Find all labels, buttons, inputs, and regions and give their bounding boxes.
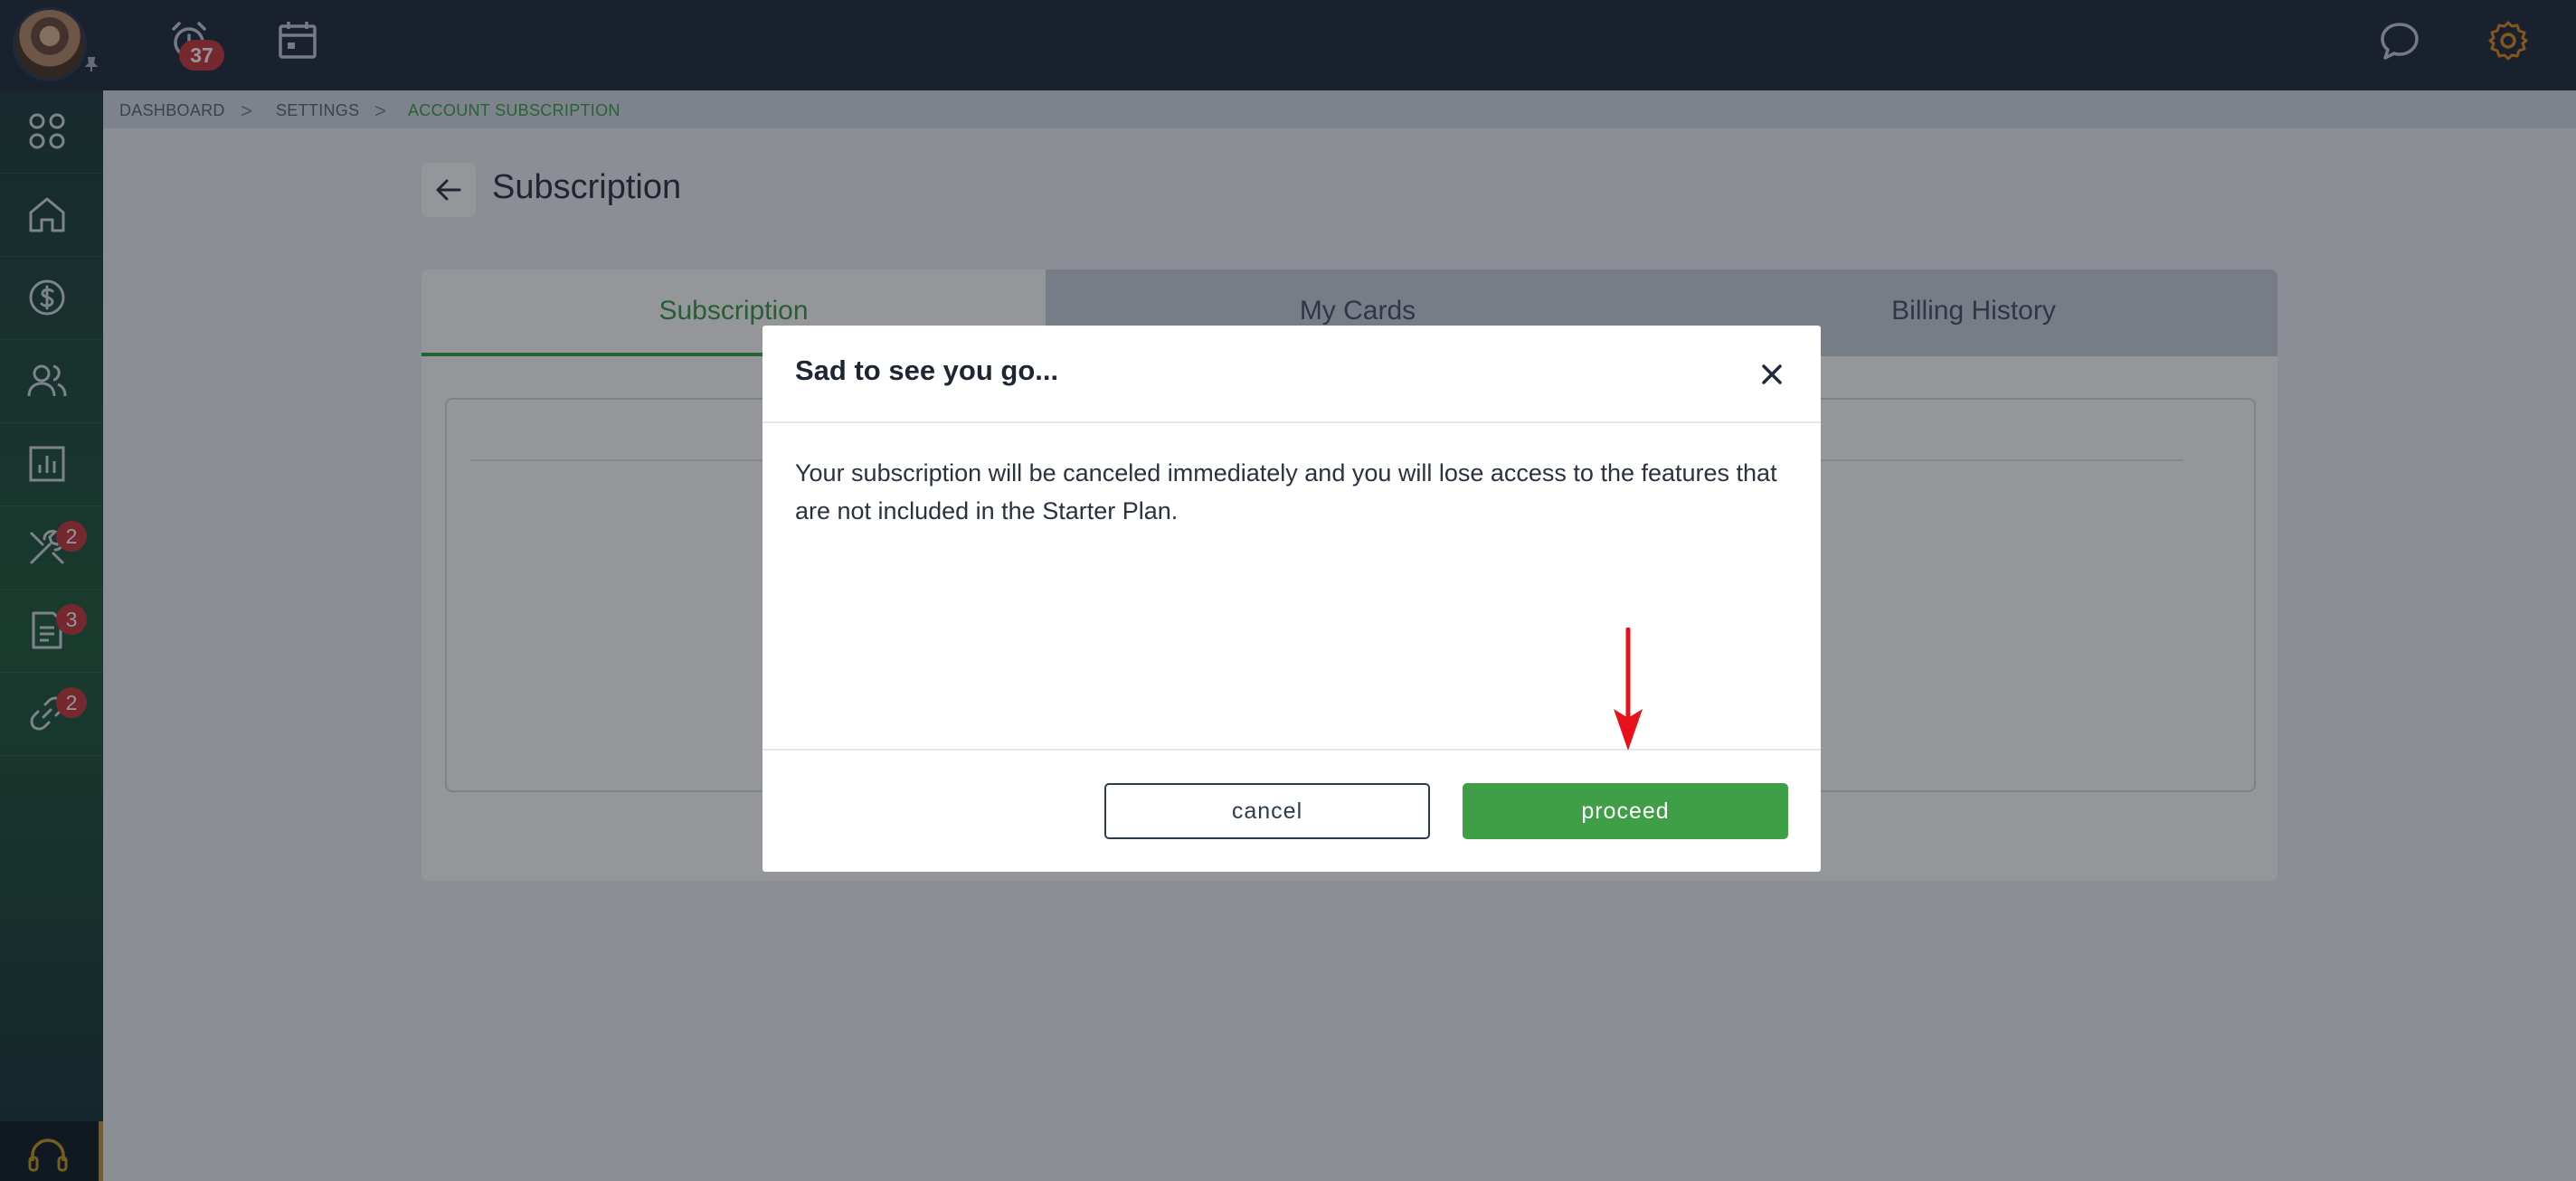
dialog-header-divider bbox=[762, 421, 1821, 423]
cancel-subscription-dialog: Sad to see you go... Your subscription w… bbox=[762, 326, 1821, 872]
dialog-message: Your subscription will be canceled immed… bbox=[795, 459, 1777, 524]
dialog-footer-divider bbox=[762, 749, 1821, 751]
annotation-arrow-icon bbox=[1614, 628, 1643, 751]
proceed-button[interactable]: proceed bbox=[1463, 783, 1788, 839]
dialog-title: Sad to see you go... bbox=[795, 354, 1059, 386]
cancel-button[interactable]: cancel bbox=[1104, 783, 1430, 839]
close-icon[interactable] bbox=[1759, 362, 1785, 387]
